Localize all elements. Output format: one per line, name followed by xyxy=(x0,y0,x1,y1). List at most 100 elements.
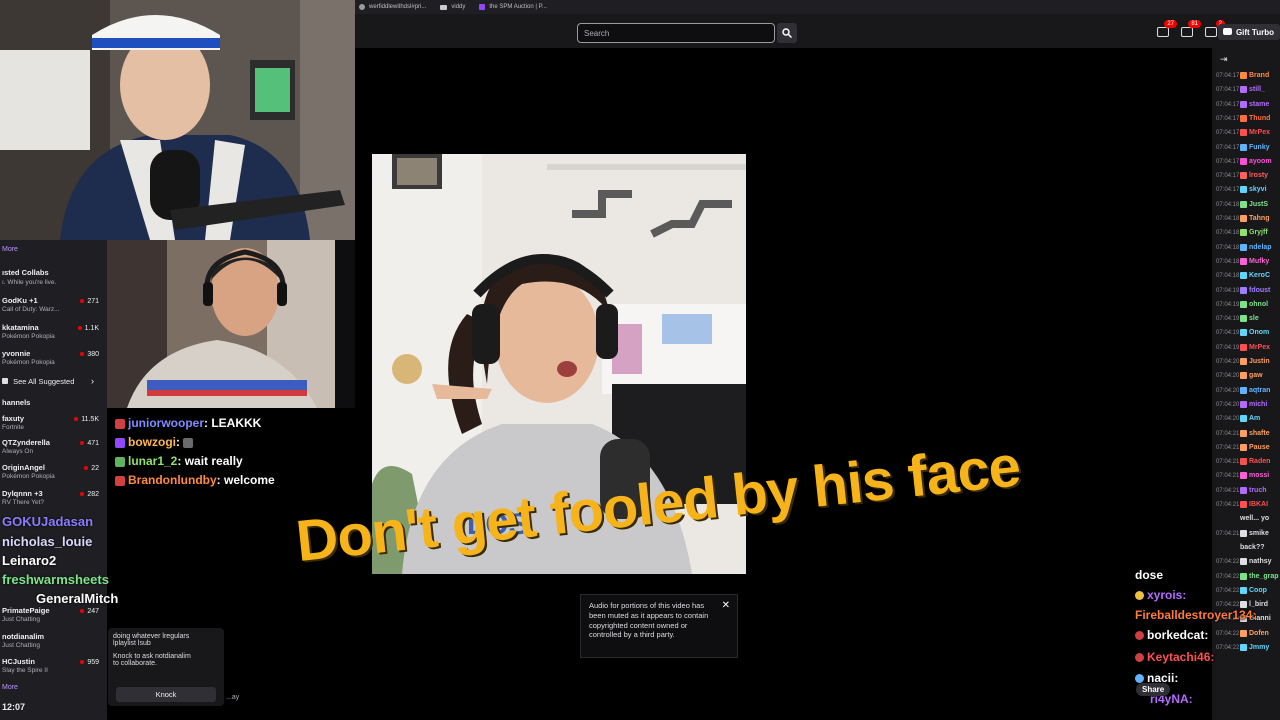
chat-username: Brand xyxy=(1249,72,1270,80)
chat-row: 07:04:18 Gryjff xyxy=(1216,229,1280,242)
channel-game: Just Chatting xyxy=(2,642,40,649)
gift-turbo-button[interactable]: Gift Turbo xyxy=(1217,24,1280,40)
badge-icon xyxy=(1240,300,1247,308)
sidebar-channel[interactable]: yvonnie Pokémon Pokopia 380 xyxy=(0,349,107,371)
channel-game: Call of Duty: Warz... xyxy=(2,306,60,313)
bookmark-label: viddy xyxy=(451,4,466,10)
badge-icon xyxy=(1240,572,1247,580)
channel-name: yvonnie xyxy=(2,349,31,358)
chat-username: MrPex xyxy=(1249,343,1271,351)
chat-timestamp: 07:04:21 xyxy=(1216,530,1240,537)
sidebar-channel[interactable]: HCJustin Slay the Spire II 959 xyxy=(0,657,107,679)
chat-row: 07:04:19 ohnol xyxy=(1216,300,1280,314)
search-button[interactable] xyxy=(777,23,797,43)
share-button[interactable]: Share xyxy=(1136,683,1171,696)
chat-row: 07:04:20 michi xyxy=(1216,400,1280,414)
chat-row: 07:04:22 the_grap xyxy=(1216,572,1280,586)
chat-timestamp: 07:04:22 xyxy=(1216,573,1240,580)
chat-username: xyrois: xyxy=(1147,588,1187,602)
chat-row: 07:04:20 gaw xyxy=(1216,372,1280,385)
chat-timestamp: 07:04:19 xyxy=(1216,344,1240,351)
sidebar-more-link-2[interactable]: More xyxy=(2,684,18,691)
chat-username: ohnol xyxy=(1249,300,1269,308)
inbox-icon[interactable]: 27 xyxy=(1157,20,1177,37)
bookmark-item[interactable]: viddy xyxy=(440,4,465,10)
channels-title: hannels xyxy=(2,398,31,407)
badge-icon xyxy=(1240,315,1247,323)
chat-timestamp: 07:04:21 xyxy=(1216,502,1240,509)
bookmark-item[interactable]: the SPM Auction | P... xyxy=(479,4,547,10)
viewer-count: 959 xyxy=(80,659,99,666)
channel-name: GodKu +1 xyxy=(2,296,38,305)
chat-timestamp: 07:04:17 xyxy=(1216,187,1240,194)
chat-timestamp: 07:04:18 xyxy=(1216,216,1240,223)
sidebar-channel[interactable]: OriginAngel Pokémon Pokopia 22 xyxy=(0,463,107,485)
channel-name: faxuty xyxy=(2,414,25,423)
badge-icon xyxy=(1240,172,1247,180)
chat-row: 07:04:21 truch xyxy=(1216,486,1280,500)
sidebar-channel[interactable]: GodKu +1 Call of Duty: Warz... 271 xyxy=(0,296,107,318)
chat-row: 07:04:19 MrPex xyxy=(1216,343,1280,357)
chat-row: 07:04:20 Justin xyxy=(1216,358,1280,371)
heart-icon xyxy=(2,378,8,384)
chat-username: well... yo xyxy=(1240,515,1270,523)
chat-row: 07:04:22 Coop xyxy=(1216,586,1280,600)
chat-timestamp: 07:04:17 xyxy=(1216,144,1240,151)
overlay-username: GeneralMitch xyxy=(36,591,119,606)
chat-username: Gryjff xyxy=(1249,229,1268,237)
knock-text: Knock to ask notdianalim xyxy=(113,653,191,660)
muted-audio-notice: Audio for portions of this video has bee… xyxy=(580,594,738,658)
close-icon[interactable]: ✕ xyxy=(722,599,730,612)
chat-timestamp: 07:04:18 xyxy=(1216,244,1240,251)
badge-icon xyxy=(1240,558,1247,566)
search-input[interactable]: Search xyxy=(577,23,775,43)
knock-button[interactable]: Knock xyxy=(116,687,216,702)
sidebar-channel[interactable]: Dylqnnn +3 RV There Yet? 282 xyxy=(0,489,107,511)
bookmarks-bar: werfiddlewithdsl#pri... viddy the SPM Au… xyxy=(355,0,1280,14)
chat-username: still_ xyxy=(1249,86,1265,94)
whispers-icon[interactable]: 81 xyxy=(1181,20,1201,37)
sidebar-more-link[interactable]: More xyxy=(2,246,18,253)
chat-timestamp: 07:04:17 xyxy=(1216,173,1240,180)
chat-username: mossi xyxy=(1249,472,1270,480)
chat-timestamp: 07:04:22 xyxy=(1216,559,1240,566)
screen-root: More ısted Collabs ı. While you're live.… xyxy=(0,0,1280,720)
chat-username: Pause xyxy=(1249,443,1270,451)
chat-row: 07:04:17 Brand xyxy=(1216,72,1280,85)
chat-username: stame xyxy=(1249,100,1270,108)
knock-text: doing whatever lregulars xyxy=(113,633,190,640)
chat-username: juniorwooper xyxy=(128,416,204,430)
overlay-username: Leinaro2 xyxy=(2,553,57,568)
notice-text: Audio for portions of this video has bee… xyxy=(589,601,709,640)
sidebar-channel[interactable]: faxuty Fortnite 11.5K xyxy=(0,414,107,436)
sidebar-channel[interactable]: notdianalim Just Chatting xyxy=(0,632,107,654)
chat-timestamp: 07:04:21 xyxy=(1216,459,1240,466)
collapse-chat-icon[interactable]: ⇥ xyxy=(1220,54,1228,65)
alerts-icon[interactable]: 2 xyxy=(1205,20,1225,37)
notification-badge: 27 xyxy=(1164,20,1177,28)
cut-text: ...ay xyxy=(226,694,240,701)
chat-username: back?? xyxy=(1240,543,1265,551)
chat-username: gaw xyxy=(1249,372,1263,380)
twitch-icon xyxy=(479,4,486,10)
globe-icon xyxy=(359,4,365,10)
search-placeholder: Search xyxy=(584,29,610,38)
badge-icon xyxy=(1240,72,1247,79)
bookmark-item[interactable]: werfiddlewithdsl#pri... xyxy=(359,4,426,10)
viewer-count: 380 xyxy=(80,351,99,358)
chat-text: LEAKKK xyxy=(211,416,262,430)
viewer-count: 11.5K xyxy=(74,416,99,423)
chat-timestamp: 07:04:22 xyxy=(1216,630,1240,637)
overlay-username: freshwarmsheets xyxy=(2,572,109,587)
chat-timestamp: 07:04:18 xyxy=(1216,230,1240,237)
sidebar-channel[interactable]: kkatamina Pokémon Pokopia 1.1K xyxy=(0,323,107,345)
see-all-suggested-button[interactable]: See All Suggested › xyxy=(2,376,102,386)
chat-row: 07:04:19 Onom xyxy=(1216,329,1280,342)
chat-username: shafte xyxy=(1249,429,1270,437)
sidebar-channel[interactable]: QTZynderella Always On 471 xyxy=(0,438,107,460)
chat-row: 07:04:21 mossi xyxy=(1216,472,1280,485)
chat-username: dose xyxy=(1135,568,1164,582)
chat-row: 07:04:21 smike xyxy=(1216,529,1280,543)
sidebar-channel[interactable]: PrimatePaige Just Chatting 247 xyxy=(0,606,107,628)
chat-username: lunar1_2 xyxy=(128,454,178,468)
